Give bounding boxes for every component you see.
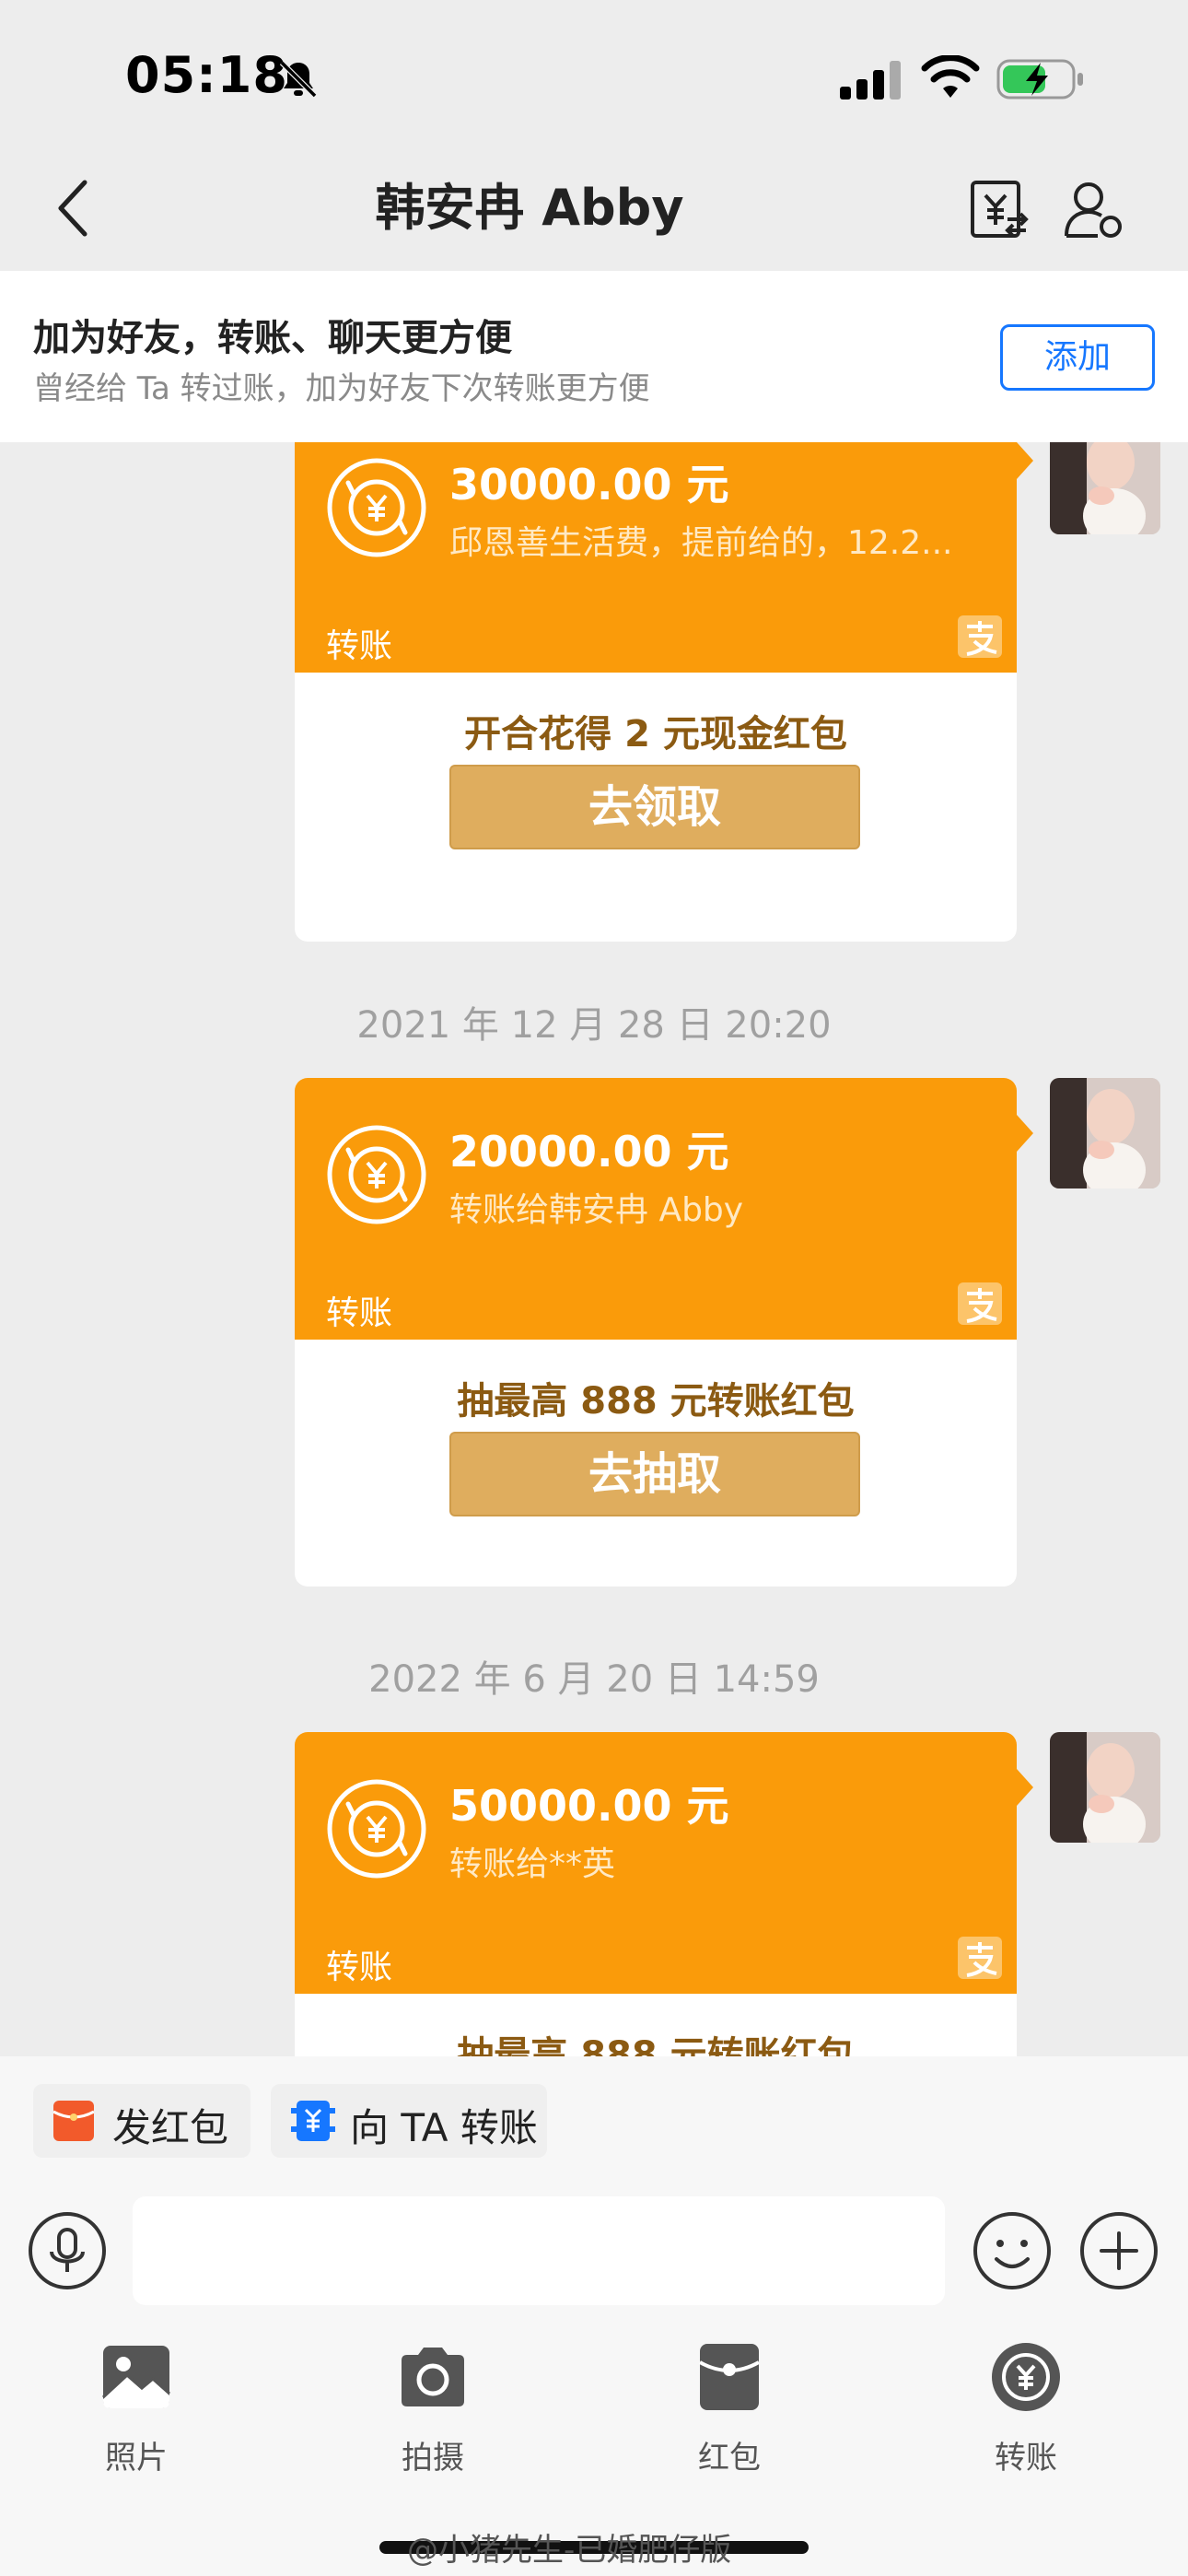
voice-input-icon[interactable] — [28, 2211, 107, 2290]
draw-button[interactable]: 去抽取 — [449, 1432, 860, 1516]
transfer-note: 邱恩善生活费，提前给的，12.2... — [449, 524, 953, 562]
wifi-icon — [921, 55, 980, 98]
banner-subtitle: 曾经给 Ta 转过账，加为好友下次转账更方便 — [33, 370, 650, 407]
plus-icon[interactable] — [1079, 2211, 1159, 2290]
banner-title: 加为好友，转账、聊天更方便 — [33, 317, 512, 359]
tool-photo[interactable]: 照片 — [53, 2340, 219, 2476]
transfer-label: 转账 — [326, 1949, 393, 1986]
transfer-record-icon[interactable] — [965, 177, 1031, 243]
tool-label: 拍摄 — [402, 2440, 464, 2476]
bubble-tail — [1017, 442, 1033, 479]
profile-settings-icon[interactable] — [1061, 177, 1127, 243]
transfer-yuan-icon — [327, 1125, 426, 1224]
alipay-icon — [958, 1282, 1002, 1325]
avatar[interactable] — [1050, 1078, 1160, 1188]
transfer-icon — [992, 2343, 1060, 2411]
tool-transfer[interactable]: 转账 — [943, 2340, 1109, 2476]
promo-text: 抽最高 888 元转账红包 — [457, 1380, 855, 1423]
yuan-transfer-icon — [291, 2101, 335, 2141]
watermark: @小猪先生-已婚肥仔版 — [407, 2532, 732, 2569]
avatar[interactable] — [1050, 442, 1160, 534]
baby-photo-icon — [1050, 1732, 1160, 1843]
camera-icon — [402, 2348, 464, 2406]
status-time: 05:18 — [125, 46, 288, 104]
chip-label: 向 TA 转账 — [350, 2105, 538, 2150]
alipay-icon — [958, 1937, 1002, 1979]
transfer-amount: 20000.00 元 — [449, 1127, 729, 1177]
claim-button[interactable]: 去领取 — [449, 765, 860, 849]
message-timestamp: 2021 年 12 月 28 日 20:20 — [356, 1004, 832, 1047]
transfer-label: 转账 — [326, 627, 393, 665]
alipay-icon — [958, 615, 1002, 658]
chat-message-list[interactable]: 30000.00 元 邱恩善生活费，提前给的，12.2... 转账 开合花得 2… — [0, 442, 1188, 2056]
tool-camera[interactable]: 拍摄 — [350, 2340, 516, 2476]
baby-photo-icon — [1050, 1078, 1160, 1188]
transfer-label: 转账 — [326, 1294, 393, 1332]
bubble-tail — [1017, 1115, 1033, 1152]
promo-text: 抽最高 888 元转账红包 — [457, 2034, 855, 2056]
message-timestamp: 2022 年 6 月 20 日 14:59 — [368, 1658, 820, 1701]
tool-red-packet[interactable]: 红包 — [646, 2340, 812, 2476]
add-friend-button[interactable]: 添加 — [1000, 324, 1155, 391]
transfer-note: 转账给**英 — [449, 1845, 616, 1883]
photo-icon — [101, 2346, 170, 2408]
baby-photo-icon — [1050, 442, 1160, 534]
chip-label: 发红包 — [112, 2105, 229, 2150]
red-packet-icon — [699, 2344, 760, 2410]
promo-text: 开合花得 2 元现金红包 — [464, 713, 847, 755]
avatar[interactable] — [1050, 1732, 1160, 1843]
transfer-amount: 30000.00 元 — [449, 460, 729, 509]
tool-label: 红包 — [698, 2440, 761, 2476]
transfer-card[interactable]: 50000.00 元 转账给**英 转账 抽最高 888 元转账红包 — [295, 1732, 1017, 2056]
bubble-tail — [1017, 1769, 1033, 1806]
transfer-note: 转账给韩安冉 Abby — [449, 1191, 744, 1229]
tool-label: 转账 — [995, 2440, 1057, 2476]
cellular-signal-icon — [840, 61, 901, 100]
transfer-yuan-icon — [327, 1779, 426, 1879]
transfer-amount: 50000.00 元 — [449, 1781, 729, 1831]
transfer-card[interactable]: 30000.00 元 邱恩善生活费，提前给的，12.2... 转账 开合花得 2… — [295, 442, 1017, 942]
battery-charging-icon — [996, 59, 1083, 100]
bell-muted-icon — [279, 60, 318, 99]
message-input[interactable] — [133, 2196, 945, 2305]
tool-label: 照片 — [105, 2440, 168, 2476]
transfer-to-ta-chip[interactable]: 向 TA 转账 — [271, 2084, 547, 2158]
red-envelope-icon — [53, 2101, 94, 2141]
emoji-icon[interactable] — [973, 2211, 1052, 2290]
transfer-card[interactable]: 20000.00 元 转账给韩安冉 Abby 转账 抽最高 888 元转账红包 … — [295, 1078, 1017, 1587]
chat-title: 韩安冉 Abby — [375, 179, 684, 237]
back-chevron-icon[interactable] — [52, 175, 92, 241]
send-red-envelope-chip[interactable]: 发红包 — [33, 2084, 250, 2158]
transfer-yuan-icon — [327, 458, 426, 557]
